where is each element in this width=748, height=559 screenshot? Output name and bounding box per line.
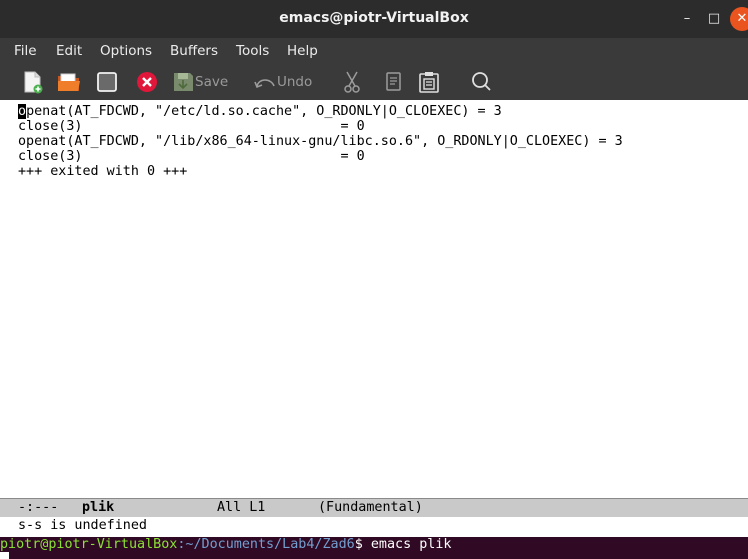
search-icon[interactable] [470, 70, 492, 94]
buffer-line-1: openat(AT_FDCWD, "/etc/ld.so.cache", O_R… [18, 104, 502, 119]
minimize-icon[interactable]: – [676, 8, 698, 30]
terminal-cursor [0, 552, 9, 559]
menu-tools[interactable]: Tools [236, 43, 269, 59]
maximize-icon[interactable]: □ [703, 8, 725, 30]
menu-buffers[interactable]: Buffers [170, 43, 218, 59]
terminal-panel: piotr@piotr-VirtualBox:~/Documents/Lab4/… [0, 537, 748, 559]
terminal-command: $ emacs plik [354, 537, 452, 552]
text-cursor: o [18, 104, 27, 119]
text-buffer[interactable]: openat(AT_FDCWD, "/etc/ld.so.cache", O_R… [0, 100, 748, 496]
mode-line: -:--- plik All L1 (Fundamental) [0, 498, 748, 517]
copy-icon[interactable] [384, 70, 404, 94]
buffer-line-3: openat(AT_FDCWD, "/lib/x86_64-linux-gnu/… [18, 134, 623, 149]
tool-bar: Save Undo [0, 64, 748, 100]
menu-help[interactable]: Help [287, 43, 318, 59]
emacs-window: emacs@piotr-VirtualBox – □ ✕ File Edit O… [0, 0, 748, 537]
menu-options[interactable]: Options [100, 43, 152, 59]
close-icon[interactable]: ✕ [730, 7, 748, 31]
new-file-icon[interactable] [22, 70, 44, 94]
undo-button[interactable]: Undo [277, 74, 312, 90]
cancel-icon[interactable] [136, 70, 158, 94]
buffer-line-4: close(3) = 0 [18, 149, 365, 164]
window-title: emacs@piotr-VirtualBox [279, 10, 469, 26]
terminal-user-host: piotr@piotr-VirtualBox [0, 537, 178, 552]
open-folder-icon[interactable] [56, 70, 82, 94]
buffer-line-5: +++ exited with 0 +++ [18, 164, 188, 179]
minibuffer-message: s-s is undefined [18, 518, 147, 533]
modeline-position: All L1 [217, 500, 266, 515]
modeline-buffer-name[interactable]: plik [82, 499, 114, 517]
terminal-prompt-line: piotr@piotr-VirtualBox:~/Documents/Lab4/… [0, 538, 452, 552]
minibuffer[interactable]: s-s is undefined [0, 517, 748, 537]
save-button[interactable]: Save [195, 74, 228, 90]
terminal-path: :~/Documents/Lab4/Zad6 [177, 537, 355, 552]
title-bar[interactable]: emacs@piotr-VirtualBox – □ ✕ [0, 0, 748, 38]
menu-edit[interactable]: Edit [56, 43, 82, 59]
paste-icon[interactable] [418, 70, 440, 94]
save-icon[interactable] [172, 70, 194, 94]
modeline-status: -:--- [18, 500, 59, 515]
undo-icon[interactable] [254, 70, 276, 94]
menu-file[interactable]: File [14, 43, 37, 59]
buffer-line-2: close(3) = 0 [18, 119, 365, 134]
cut-icon[interactable] [342, 70, 362, 94]
buffer-line-1-rest: penat(AT_FDCWD, "/etc/ld.so.cache", O_RD… [26, 104, 502, 119]
modeline-major-mode[interactable]: (Fundamental) [318, 499, 423, 517]
menu-bar: File Edit Options Buffers Tools Help [0, 38, 748, 64]
close-buffer-icon[interactable] [96, 70, 118, 94]
